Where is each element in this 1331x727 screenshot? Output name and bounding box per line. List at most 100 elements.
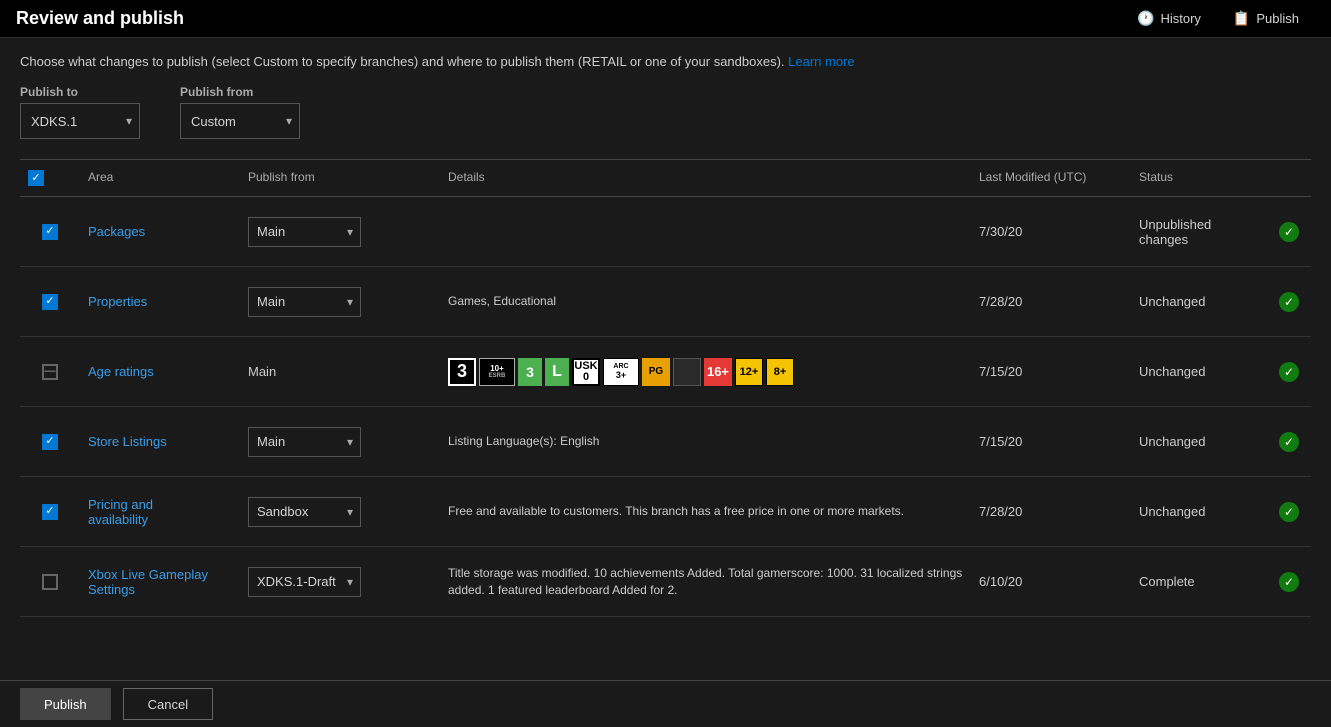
- xbox-live-status-icon: ✓: [1279, 572, 1299, 592]
- properties-status-icon: ✓: [1279, 292, 1299, 312]
- age-ratings-status-icon: ✓: [1279, 362, 1299, 382]
- publish-from-label: Publish from: [180, 85, 300, 99]
- store-listings-status: Unchanged: [1131, 430, 1271, 453]
- age-ratings-publish-from: Main: [240, 360, 440, 383]
- properties-status: Unchanged: [1131, 290, 1271, 313]
- publish-to-dropdown-wrapper: XDKS.1 RETAIL: [20, 103, 140, 139]
- packages-checkbox[interactable]: ✓: [42, 224, 58, 240]
- xbox-live-details: Title storage was modified. 10 achieveme…: [440, 561, 971, 603]
- packages-publish-from: Main Sandbox XDKS.1-Draft: [240, 213, 440, 251]
- packages-status-icon-cell: ✓: [1271, 218, 1311, 246]
- age-ratings-status: Unchanged: [1131, 360, 1271, 383]
- store-listings-link[interactable]: Store Listings: [88, 434, 167, 449]
- properties-area: Properties: [80, 290, 240, 313]
- packages-branch-select[interactable]: Main Sandbox XDKS.1-Draft: [248, 217, 361, 247]
- store-listings-checkbox[interactable]: ✓: [42, 434, 58, 450]
- publish-icon: 📋: [1233, 10, 1250, 27]
- packages-details: [440, 228, 971, 236]
- rating-12-badge: 12+: [735, 358, 763, 386]
- store-listings-status-icon: ✓: [1279, 432, 1299, 452]
- rating-arc-badge: ARC 3+: [603, 358, 639, 386]
- select-all-checkbox[interactable]: ✓: [28, 170, 44, 186]
- properties-checkbox-cell: ✓: [20, 290, 80, 314]
- rating-l-badge: L: [545, 358, 569, 386]
- properties-branch-select[interactable]: Main Sandbox XDKS.1-Draft: [248, 287, 361, 317]
- publish-button[interactable]: Publish: [20, 688, 111, 720]
- publish-from-dropdown-wrapper: Custom Main Sandbox: [180, 103, 300, 139]
- pricing-status: Unchanged: [1131, 500, 1271, 523]
- rating-esrb-badge: 10+ ESRB: [479, 358, 515, 386]
- properties-date: 7/28/20: [971, 290, 1131, 313]
- table-row: ✓ Packages Main Sandbox XDKS.1-Draft 7/3…: [20, 197, 1311, 267]
- publish-to-group: Publish to XDKS.1 RETAIL: [20, 85, 140, 139]
- rating-8-badge: 8+: [766, 358, 794, 386]
- xbox-live-branch-select[interactable]: XDKS.1-Draft Main Sandbox: [248, 567, 361, 597]
- header-area: Area: [80, 166, 240, 190]
- pricing-status-icon: ✓: [1279, 502, 1299, 522]
- store-listings-publish-from: Main Sandbox XDKS.1-Draft: [240, 423, 440, 461]
- age-ratings-checkbox-cell: —: [20, 360, 80, 384]
- xbox-live-checkbox[interactable]: [42, 574, 58, 590]
- pricing-branch-select[interactable]: Sandbox Main XDKS.1-Draft: [248, 497, 361, 527]
- topbar-publish-button[interactable]: 📋 Publish: [1217, 0, 1315, 38]
- xbox-live-status: Complete: [1131, 570, 1271, 593]
- main-content: Choose what changes to publish (select C…: [0, 38, 1331, 677]
- pricing-link[interactable]: Pricing andavailability: [88, 497, 153, 527]
- packages-date: 7/30/20: [971, 220, 1131, 243]
- table-row: — Age ratings Main 3 10+ ESRB 3 L: [20, 337, 1311, 407]
- history-icon: 🕐: [1137, 10, 1154, 27]
- store-listings-checkbox-cell: ✓: [20, 430, 80, 454]
- age-ratings-area: Age ratings: [80, 360, 240, 383]
- rating-badges: 3 10+ ESRB 3 L USK 0 ARC 3+ PG: [448, 358, 963, 386]
- history-button[interactable]: 🕐 History: [1121, 0, 1217, 38]
- rating-usk0-badge: USK 0: [572, 358, 600, 386]
- packages-area: Packages: [80, 220, 240, 243]
- packages-link[interactable]: Packages: [88, 224, 145, 239]
- properties-link[interactable]: Properties: [88, 294, 147, 309]
- store-listings-status-icon-cell: ✓: [1271, 428, 1311, 456]
- properties-checkbox[interactable]: ✓: [42, 294, 58, 310]
- age-ratings-details: 3 10+ ESRB 3 L USK 0 ARC 3+ PG: [440, 354, 971, 390]
- xbox-live-date: 6/10/20: [971, 570, 1131, 593]
- xbox-live-area: Xbox Live GameplaySettings: [80, 563, 240, 601]
- pricing-checkbox[interactable]: ✓: [42, 504, 58, 520]
- header-checkbox-col: ✓: [20, 166, 80, 190]
- store-listings-area: Store Listings: [80, 430, 240, 453]
- rating-pg-badge: PG: [642, 358, 670, 386]
- rating-3-badge: 3: [448, 358, 476, 386]
- table-row: ✓ Properties Main Sandbox XDKS.1-Draft G…: [20, 267, 1311, 337]
- learn-more-link[interactable]: Learn more: [788, 54, 854, 69]
- header-status: Status: [1131, 166, 1271, 190]
- rating-16-badge: 16+: [704, 358, 732, 386]
- footer: Publish Cancel: [0, 680, 1331, 727]
- xbox-live-link[interactable]: Xbox Live GameplaySettings: [88, 567, 208, 597]
- table-row: Xbox Live GameplaySettings XDKS.1-Draft …: [20, 547, 1311, 617]
- age-ratings-date: 7/15/20: [971, 360, 1131, 383]
- age-ratings-status-icon-cell: ✓: [1271, 358, 1311, 386]
- table-header: ✓ Area Publish from Details Last Modifie…: [20, 160, 1311, 197]
- description-text: Choose what changes to publish (select C…: [20, 54, 1311, 69]
- properties-details: Games, Educational: [440, 289, 971, 314]
- properties-publish-from: Main Sandbox XDKS.1-Draft: [240, 283, 440, 321]
- topbar-actions: 🕐 History 📋 Publish: [1121, 0, 1315, 38]
- header-last-modified: Last Modified (UTC): [971, 166, 1131, 190]
- pricing-date: 7/28/20: [971, 500, 1131, 523]
- publish-to-label: Publish to: [20, 85, 140, 99]
- xbox-live-status-icon-cell: ✓: [1271, 568, 1311, 596]
- store-listings-details: Listing Language(s): English: [440, 429, 971, 454]
- header-status-icon-col: [1271, 166, 1311, 190]
- age-ratings-link[interactable]: Age ratings: [88, 364, 154, 379]
- store-listings-branch-select[interactable]: Main Sandbox XDKS.1-Draft: [248, 427, 361, 457]
- pricing-checkbox-cell: ✓: [20, 500, 80, 524]
- rating-cero-badge: [673, 358, 701, 386]
- cancel-button[interactable]: Cancel: [123, 688, 213, 720]
- publish-from-select[interactable]: Custom Main Sandbox: [180, 103, 300, 139]
- items-table: ✓ Area Publish from Details Last Modifie…: [20, 159, 1311, 617]
- publish-to-select[interactable]: XDKS.1 RETAIL: [20, 103, 140, 139]
- pricing-area: Pricing andavailability: [80, 493, 240, 531]
- age-ratings-checkbox[interactable]: —: [42, 364, 58, 380]
- xbox-live-checkbox-cell: [20, 570, 80, 594]
- pricing-status-icon-cell: ✓: [1271, 498, 1311, 526]
- table-row: ✓ Pricing andavailability Sandbox Main X…: [20, 477, 1311, 547]
- packages-status-icon: ✓: [1279, 222, 1299, 242]
